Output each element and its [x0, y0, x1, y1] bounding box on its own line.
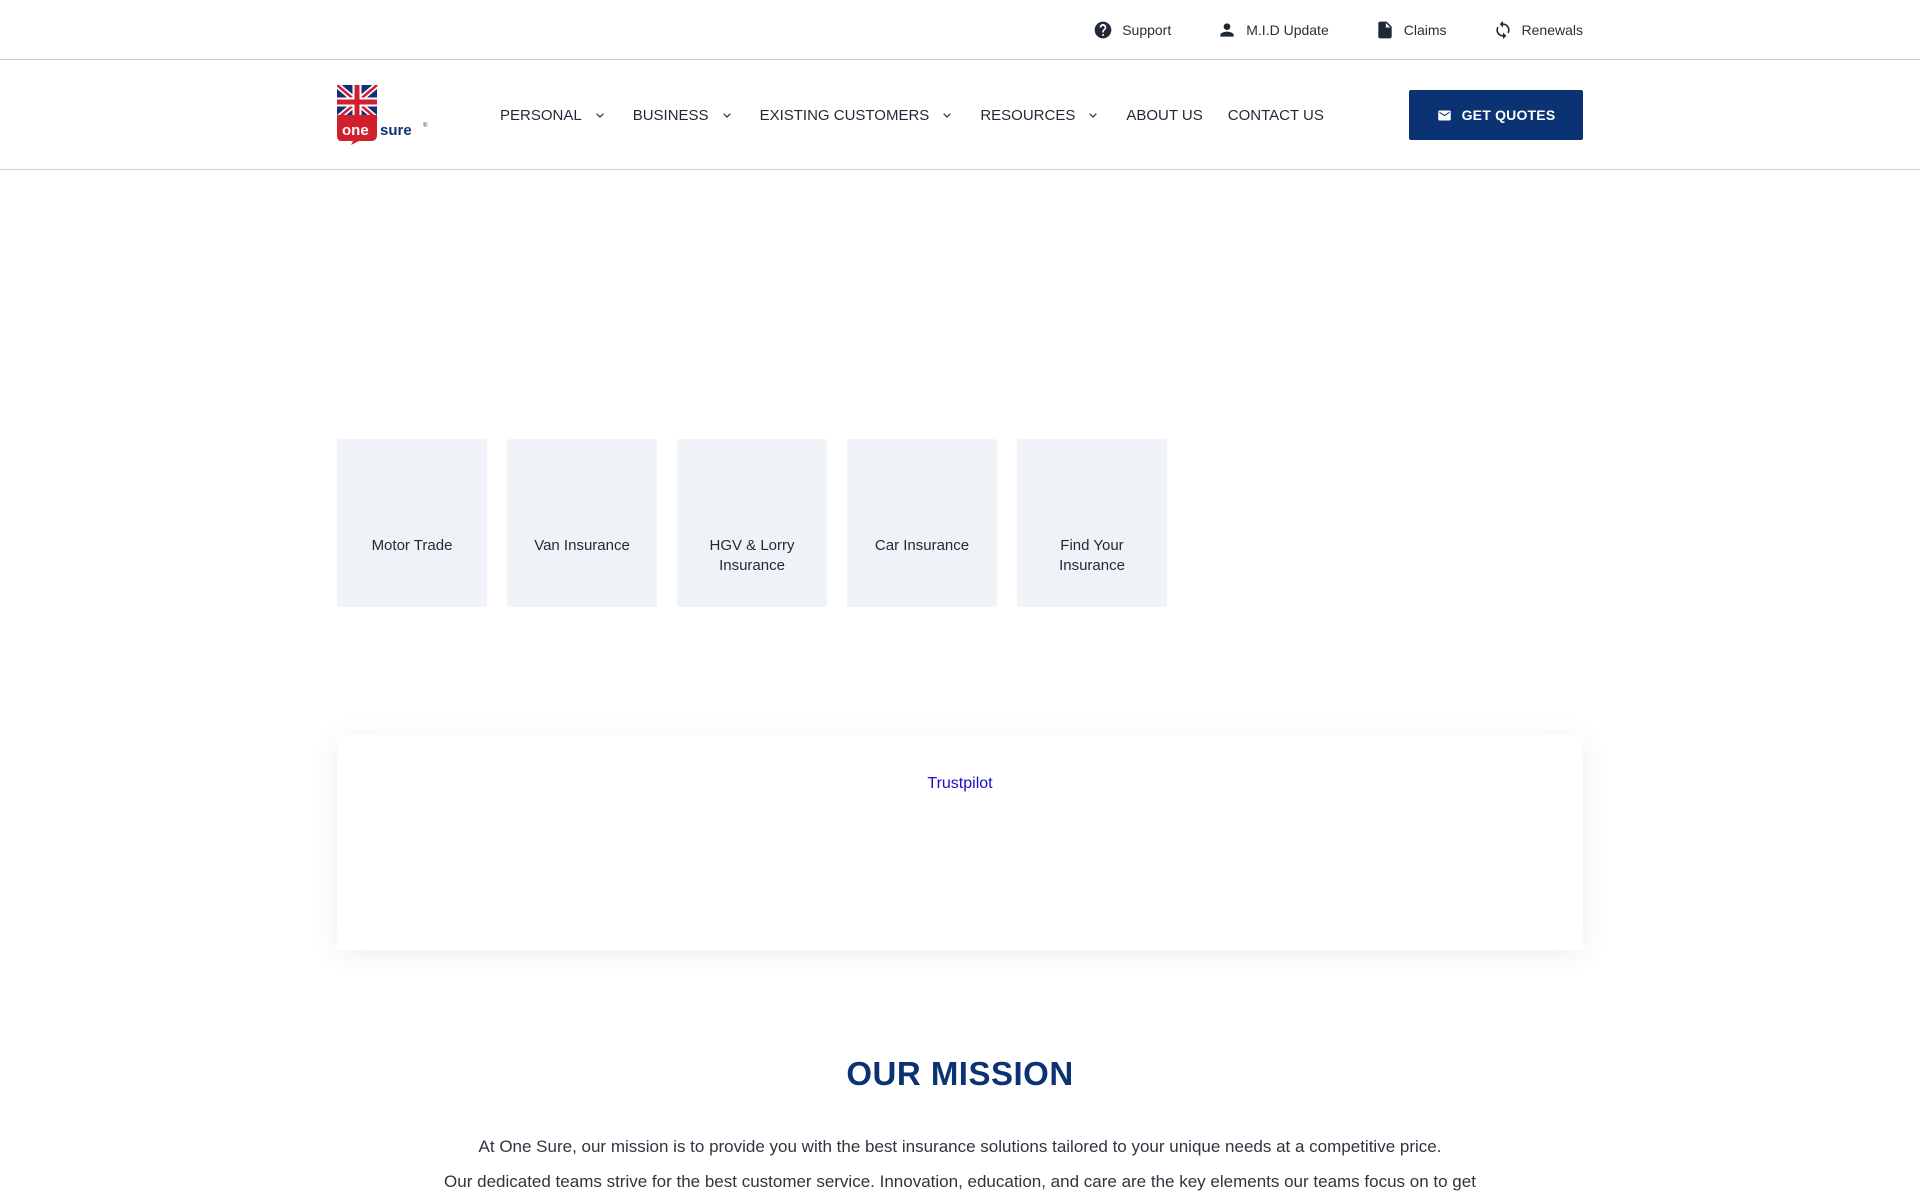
claims-link[interactable]: Claims — [1375, 20, 1447, 40]
trustpilot-widget: Trustpilot — [337, 735, 1583, 950]
nav-existing-customers-label: EXISTING CUSTOMERS — [759, 106, 930, 124]
nav-resources[interactable]: RESOURCES — [980, 107, 1101, 124]
nav-resources-label: RESOURCES — [980, 106, 1076, 124]
help-circle-icon — [1094, 21, 1112, 39]
tile-find-your-insurance[interactable]: Find Your Insurance — [1017, 439, 1167, 607]
mission-heading: OUR MISSION — [846, 1055, 1074, 1092]
utility-bar: Support M.I.D Update Claims Renewals — [0, 0, 1920, 60]
chevron-down-icon — [1089, 113, 1098, 118]
get-quotes-label: GET QUOTES — [1461, 107, 1556, 123]
mission-text-line-1: At One Sure, our mission is to provide y… — [478, 1137, 1442, 1156]
renewals-label: Renewals — [1521, 22, 1583, 38]
chevron-down-icon — [943, 113, 952, 118]
mission-text-line-2: Our dedicated teams strive for the best … — [444, 1172, 1476, 1191]
nav-contact-us-label: CONTACT US — [1227, 106, 1324, 124]
tile-van-insurance[interactable]: Van Insurance — [507, 439, 657, 607]
nav-personal-label: PERSONAL — [500, 106, 582, 124]
chevron-down-icon — [595, 113, 604, 118]
support-link[interactable]: Support — [1093, 20, 1171, 40]
nav-contact-us[interactable]: CONTACT US — [1228, 107, 1324, 124]
tile-motor-trade[interactable]: Motor Trade — [337, 439, 487, 607]
svg-text:®: ® — [423, 122, 428, 129]
get-quotes-button[interactable]: GET QUOTES — [1409, 90, 1583, 140]
nav-business[interactable]: BUSINESS — [633, 107, 735, 124]
tile-label: Find Your Insurance — [1059, 537, 1125, 574]
person-icon — [1220, 23, 1234, 37]
nav-business-label: BUSINESS — [632, 106, 709, 124]
mid-update-label: M.I.D Update — [1246, 22, 1329, 38]
trustpilot-link[interactable]: Trustpilot — [337, 775, 1583, 793]
nav-about-us-label: ABOUT US — [1126, 106, 1203, 124]
document-icon — [1378, 21, 1392, 39]
svg-text:sure: sure — [380, 122, 412, 139]
mid-update-link[interactable]: M.I.D Update — [1217, 20, 1329, 40]
tile-label: Van Insurance — [534, 537, 630, 554]
nav-personal[interactable]: PERSONAL — [500, 107, 608, 124]
tile-label: HGV & Lorry Insurance — [709, 537, 795, 574]
support-label: Support — [1122, 22, 1172, 38]
nav-existing-customers[interactable]: EXISTING CUSTOMERS — [760, 107, 956, 124]
claims-label: Claims — [1403, 22, 1447, 38]
main-header: one sure ® PERSONAL BUSINESS EXISTING CU… — [0, 60, 1920, 170]
primary-nav: PERSONAL BUSINESS EXISTING CUSTOMERS RES… — [500, 107, 1409, 124]
svg-text:one: one — [342, 122, 369, 139]
tile-label: Car Insurance — [874, 537, 970, 554]
insurance-categories: Motor Trade Van Insurance HGV & Lorry In… — [0, 439, 1920, 607]
one-sure-logo[interactable]: one sure ® — [337, 85, 429, 145]
renewals-link[interactable]: Renewals — [1493, 20, 1583, 40]
refresh-icon — [1495, 20, 1510, 40]
mail-icon — [1437, 110, 1451, 120]
tile-car-insurance[interactable]: Car Insurance — [847, 439, 997, 607]
nav-about-us[interactable]: ABOUT US — [1126, 107, 1202, 124]
tile-label: Motor Trade — [371, 537, 453, 554]
chevron-down-icon — [722, 113, 731, 118]
tile-hgv-lorry-insurance[interactable]: HGV & Lorry Insurance — [677, 439, 827, 607]
